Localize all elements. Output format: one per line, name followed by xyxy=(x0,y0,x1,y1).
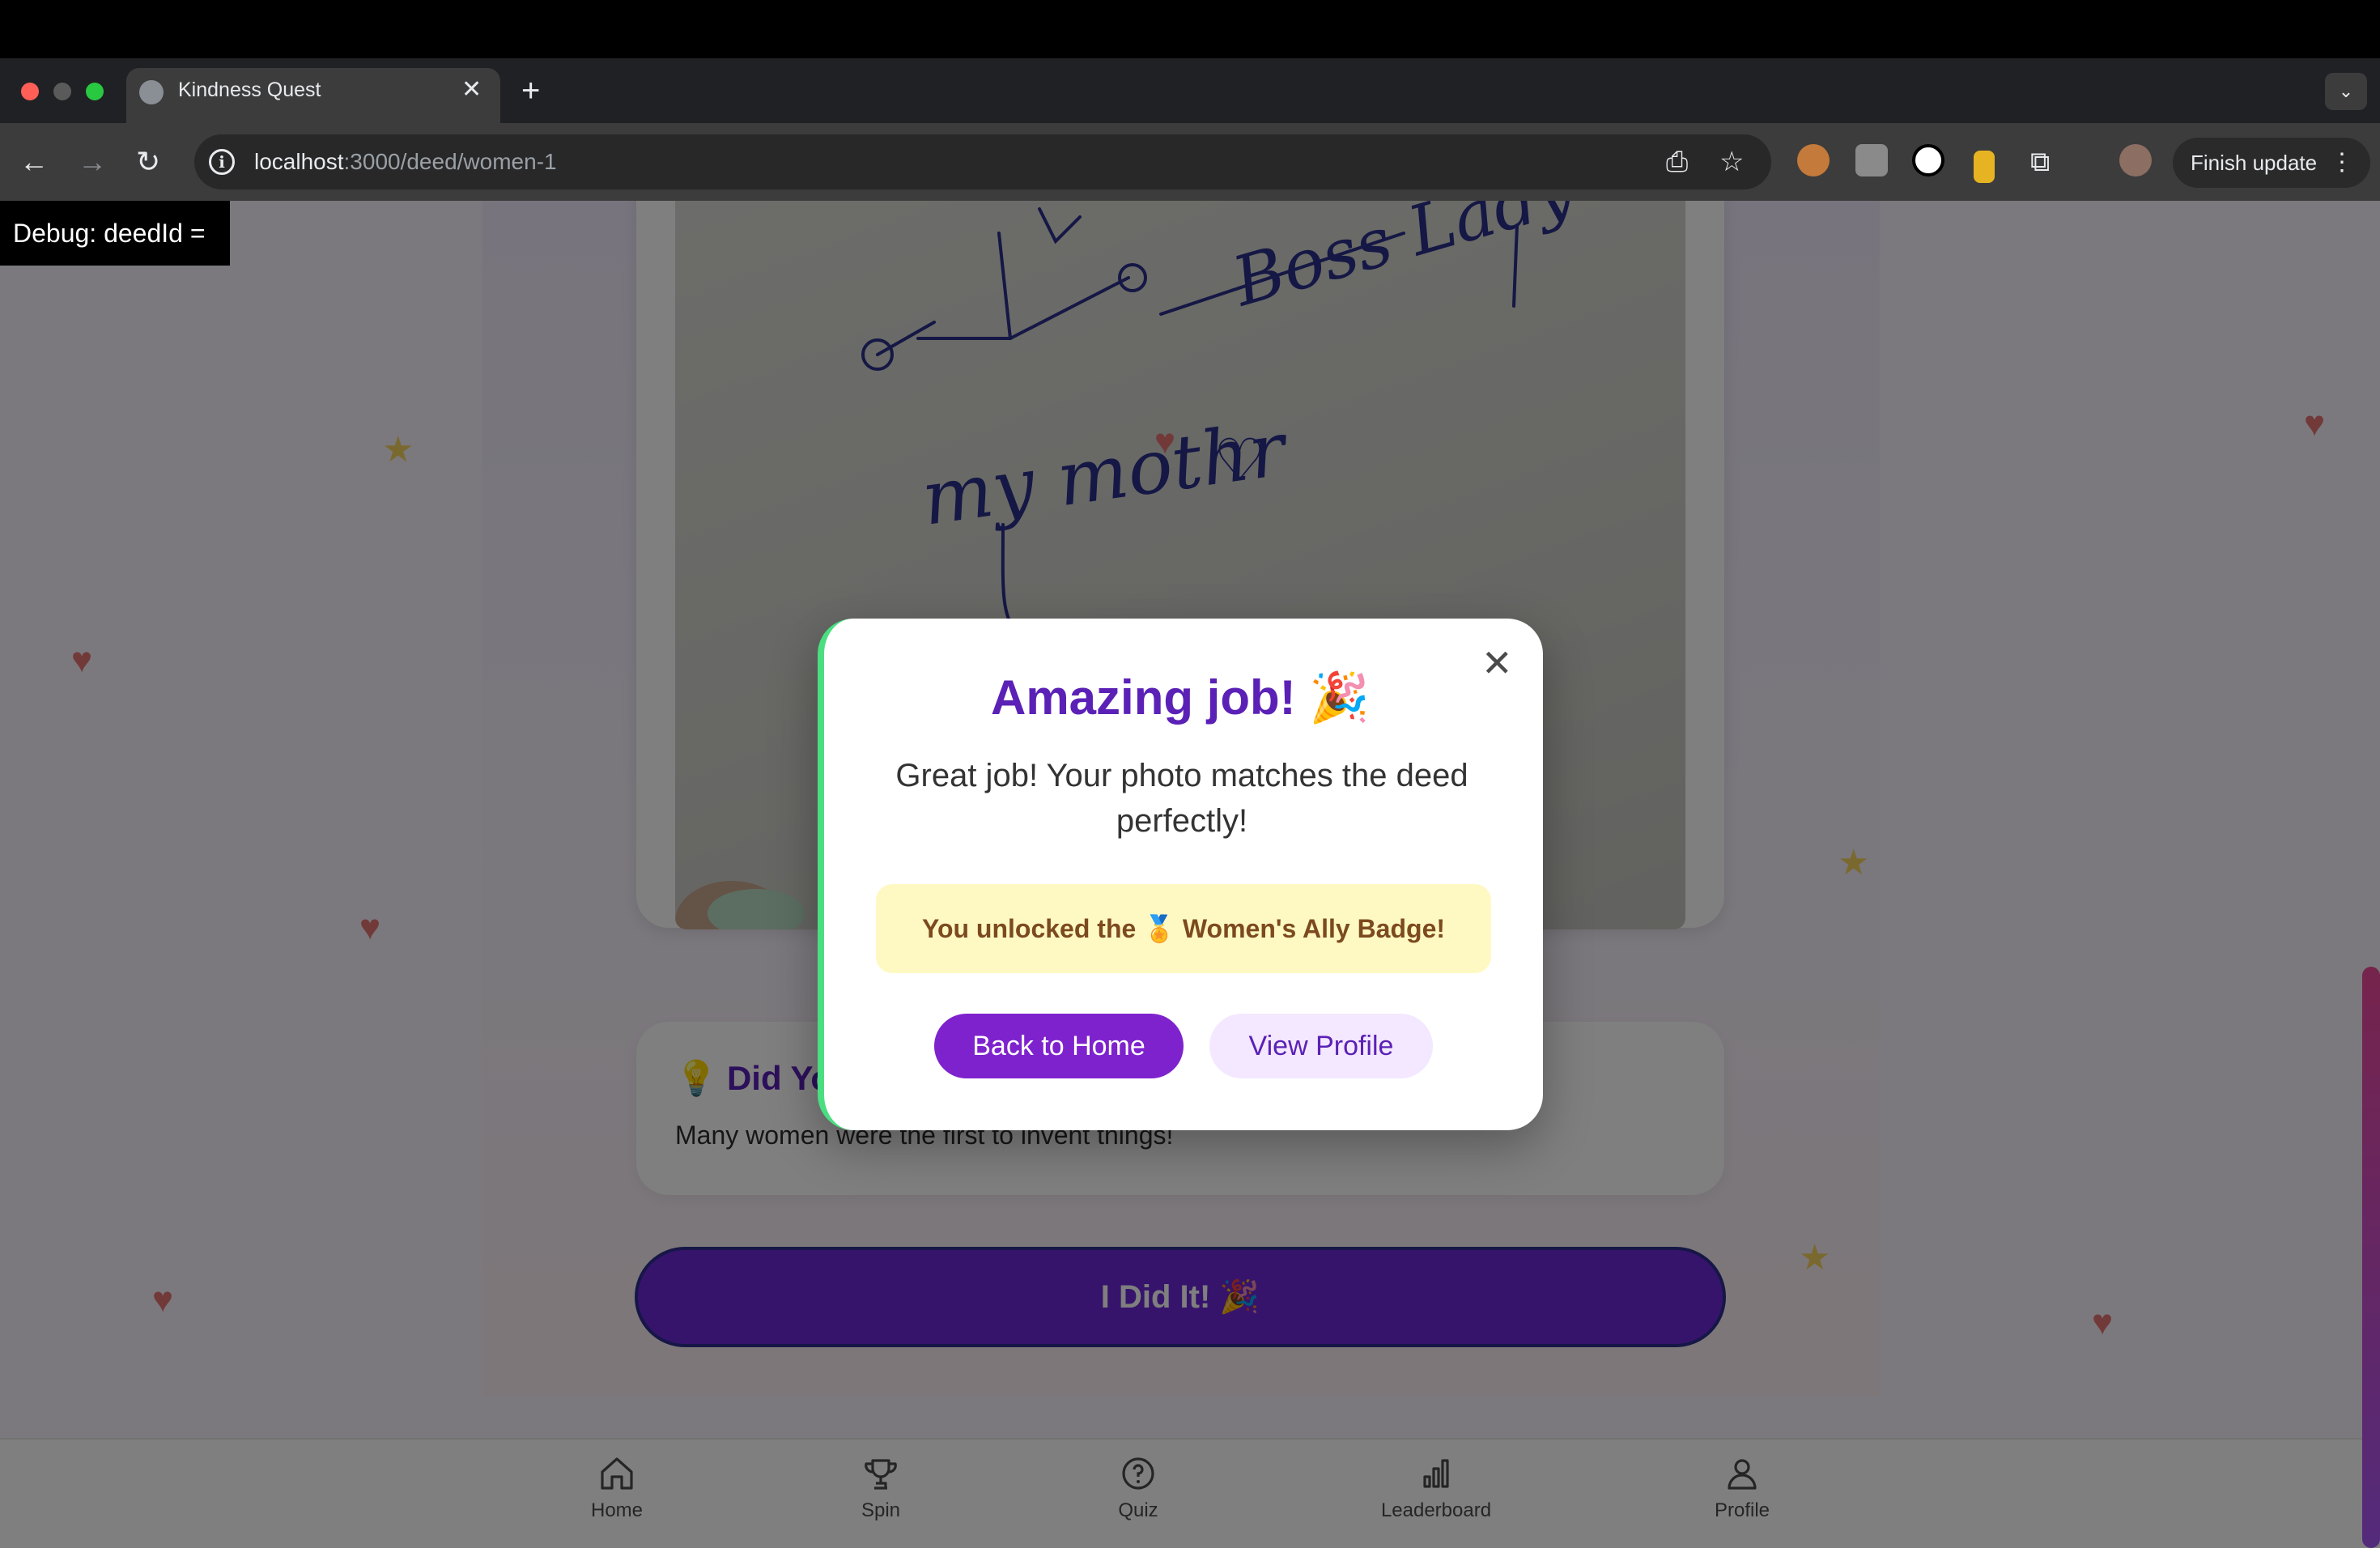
back-to-home-button[interactable]: Back to Home xyxy=(934,1014,1184,1078)
bookmark-star-icon[interactable]: ☆ xyxy=(1719,146,1744,178)
lock-extension-icon[interactable] xyxy=(1974,151,1995,183)
profile-avatar-icon[interactable] xyxy=(2119,144,2152,176)
window-zoom-button[interactable] xyxy=(86,83,104,100)
back-arrow-icon[interactable]: ← xyxy=(19,146,49,178)
tab-close-icon[interactable]: ✕ xyxy=(461,78,482,102)
screen-top-bar xyxy=(0,0,2380,58)
extensions-puzzle-icon[interactable]: ⧉ xyxy=(2030,146,2050,178)
url-text[interactable]: localhost:3000/deed/women-1 xyxy=(254,149,557,175)
tab-title: Kindness Quest xyxy=(178,79,321,101)
window-minimize-button[interactable] xyxy=(53,83,71,100)
cookie-extension-icon[interactable] xyxy=(1797,144,1830,176)
k-extension-icon[interactable] xyxy=(1912,144,1944,176)
reload-icon[interactable]: ↻ xyxy=(136,146,160,178)
new-tab-icon[interactable]: + xyxy=(521,74,540,107)
more-menu-icon[interactable]: ⋮ xyxy=(2330,138,2354,188)
tab-search-chevron-icon[interactable]: ⌄ xyxy=(2325,73,2367,110)
forward-arrow-icon[interactable]: → xyxy=(78,146,107,178)
modal-title: Amazing job! 🎉 xyxy=(990,670,1371,725)
globe-icon xyxy=(139,80,164,104)
debug-label: Debug: deedId = xyxy=(0,201,230,266)
view-profile-button[interactable]: View Profile xyxy=(1209,1014,1433,1078)
extension-icon[interactable] xyxy=(1855,144,1888,176)
badge-unlocked-banner: You unlocked the 🏅 Women's Ally Badge! xyxy=(876,884,1491,973)
install-app-icon[interactable]: ⎙ xyxy=(1666,146,1688,178)
window-close-button[interactable] xyxy=(21,83,39,100)
site-info-icon[interactable]: i xyxy=(209,149,235,175)
finish-update-button[interactable]: Finish update ⋮ xyxy=(2173,138,2370,188)
modal-message: Great job! Your photo matches the deed p… xyxy=(895,758,1468,839)
